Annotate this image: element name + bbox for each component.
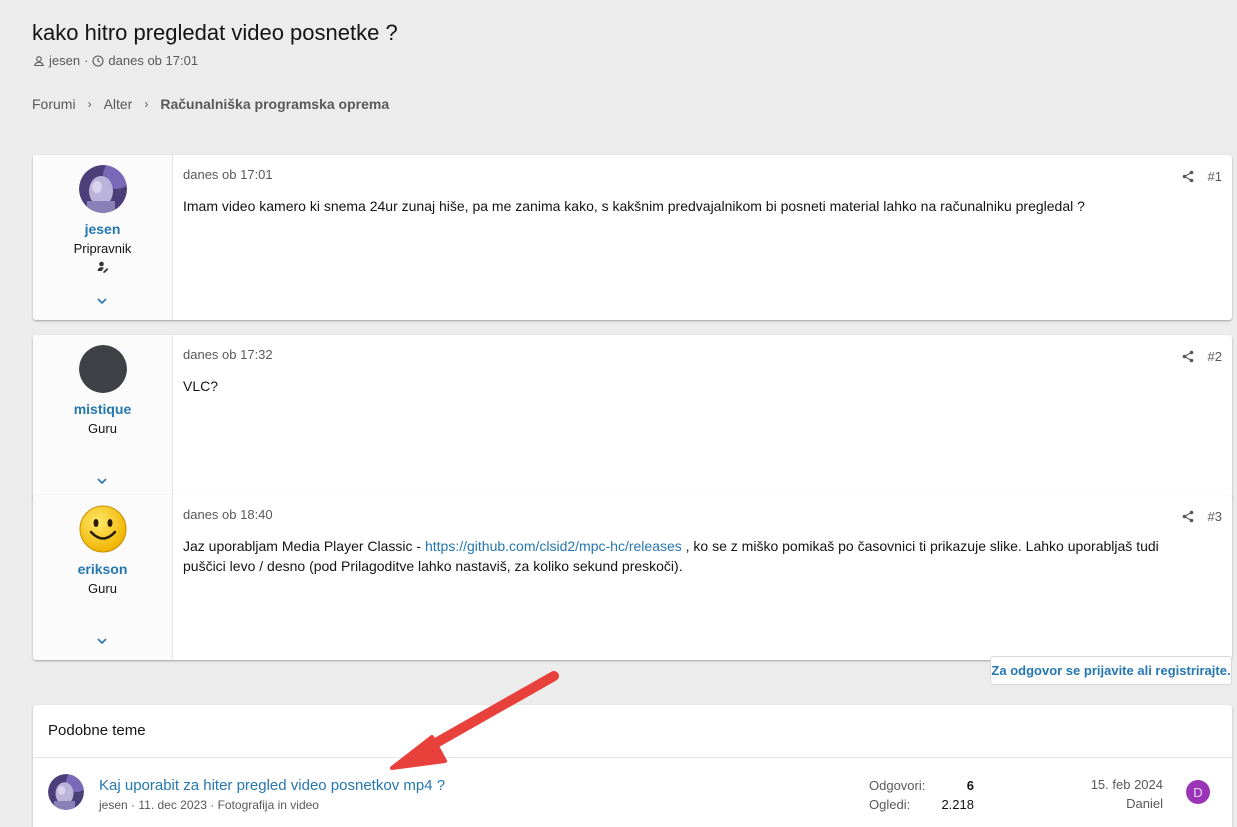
- avatar-jesen[interactable]: [48, 774, 84, 810]
- post-number[interactable]: #1: [1208, 169, 1222, 184]
- latest-post: 15. feb 2024 Daniel: [1091, 777, 1163, 811]
- views-label: Ogledi:: [869, 797, 911, 812]
- meta-separator: ·: [131, 798, 136, 812]
- post-message: VLC?: [183, 378, 219, 394]
- post-user-cell: jesen Pripravnik: [33, 155, 173, 320]
- latest-post-user[interactable]: Daniel: [1091, 796, 1163, 811]
- post-username[interactable]: jesen: [85, 221, 121, 237]
- login-register-button[interactable]: Za odgovor se prijavite ali registrirajt…: [990, 656, 1232, 685]
- page-title: kako hitro pregledat video posnetke ?: [32, 20, 398, 45]
- post-user-title: Guru: [88, 581, 117, 596]
- post-body: danes ob 17:01 Imam video kamero ki snem…: [173, 155, 1232, 320]
- post-text-part: Jaz uporabljam Media Player Classic -: [183, 538, 425, 554]
- avatar-mistique[interactable]: [78, 345, 127, 393]
- post-message: Jaz uporabljam Media Player Classic - ht…: [183, 536, 1222, 576]
- post-date[interactable]: danes ob 17:32: [183, 347, 1222, 362]
- similar-threads: Podobne teme Kaj uporabit za hiter pregl…: [33, 705, 1232, 827]
- replies-count: 6: [966, 778, 974, 793]
- post-user-title: Guru: [88, 421, 117, 436]
- views-stat: Ogledi: 2.218: [869, 795, 974, 814]
- post-user-cell: mistique Guru: [33, 335, 173, 500]
- post-date[interactable]: danes ob 17:01: [183, 167, 1222, 182]
- chevron-down-icon[interactable]: [95, 296, 109, 306]
- thread-author[interactable]: jesen: [49, 53, 80, 68]
- thread-start-date: danes ob 17:01: [108, 53, 199, 68]
- similar-threads-heading: Podobne teme: [33, 705, 1232, 758]
- replies-label: Odgovori:: [869, 778, 926, 793]
- post-1: jesen Pripravnik danes ob 17:01 Imam vid…: [33, 155, 1232, 320]
- breadcrumb-software[interactable]: Računalniška programska oprema: [160, 96, 389, 112]
- avatar-erikson[interactable]: [79, 505, 127, 553]
- similar-thread-date[interactable]: 11. dec 2023: [138, 798, 207, 812]
- latest-post-date[interactable]: 15. feb 2024: [1091, 777, 1163, 792]
- user-edit-icon: [97, 261, 108, 273]
- similar-thread-title[interactable]: Kaj uporabit za hiter pregled video posn…: [99, 777, 445, 794]
- post-actions: #1: [1182, 169, 1222, 184]
- post-3: erikson Guru danes ob 18:40 Jaz uporablj…: [33, 495, 1232, 660]
- post-body: danes ob 17:32 VLC? #2: [173, 335, 1232, 500]
- post-number[interactable]: #3: [1208, 509, 1222, 524]
- post-body: danes ob 18:40 Jaz uporabljam Media Play…: [173, 495, 1232, 660]
- thread-stats: Odgovori: 6 Ogledi: 2.218: [869, 776, 974, 814]
- avatar-jesen[interactable]: [78, 165, 127, 213]
- post-2: mistique Guru danes ob 17:32 VLC? #2: [33, 335, 1232, 500]
- share-icon[interactable]: [1182, 510, 1194, 523]
- post-date[interactable]: danes ob 18:40: [183, 507, 1222, 522]
- post-username[interactable]: erikson: [78, 561, 128, 577]
- chevron-down-icon[interactable]: [95, 636, 109, 646]
- similar-thread-forum[interactable]: Fotografija in video: [218, 798, 319, 812]
- meta-separator: ·: [210, 798, 215, 812]
- views-count: 2.218: [941, 797, 974, 812]
- post-number[interactable]: #2: [1208, 349, 1222, 364]
- share-icon[interactable]: [1182, 170, 1194, 183]
- share-icon[interactable]: [1182, 350, 1194, 363]
- breadcrumb-forumi[interactable]: Forumi: [32, 96, 76, 112]
- clock-icon: [92, 54, 104, 67]
- similar-thread-author[interactable]: jesen: [99, 798, 128, 812]
- post-actions: #2: [1182, 349, 1222, 364]
- meta-separator: ·: [84, 53, 89, 68]
- post-user-title: Pripravnik: [73, 241, 132, 256]
- post-actions: #3: [1182, 509, 1222, 524]
- thread-meta: jesen · danes ob 17:01: [33, 53, 198, 68]
- user-icon: [34, 55, 44, 66]
- list-item: Kaj uporabit za hiter pregled video posn…: [33, 758, 1232, 827]
- chevron-right-icon: ›: [144, 97, 149, 111]
- chevron-down-icon[interactable]: [95, 476, 109, 486]
- github-link[interactable]: https://github.com/clsid2/mpc-hc/release…: [425, 538, 682, 554]
- similar-thread-meta: jesen · 11. dec 2023 · Fotografija in vi…: [99, 798, 319, 812]
- breadcrumb: Forumi › Alter › Računalniška programska…: [32, 96, 389, 112]
- post-message: Imam video kamero ki snema 24ur zunaj hi…: [183, 198, 1085, 214]
- chevron-right-icon: ›: [87, 97, 92, 111]
- post-user-cell: erikson Guru: [33, 495, 173, 660]
- avatar-daniel[interactable]: D: [1186, 780, 1210, 804]
- replies-stat: Odgovori: 6: [869, 776, 974, 795]
- post-username[interactable]: mistique: [74, 401, 132, 417]
- breadcrumb-alter[interactable]: Alter: [104, 96, 133, 112]
